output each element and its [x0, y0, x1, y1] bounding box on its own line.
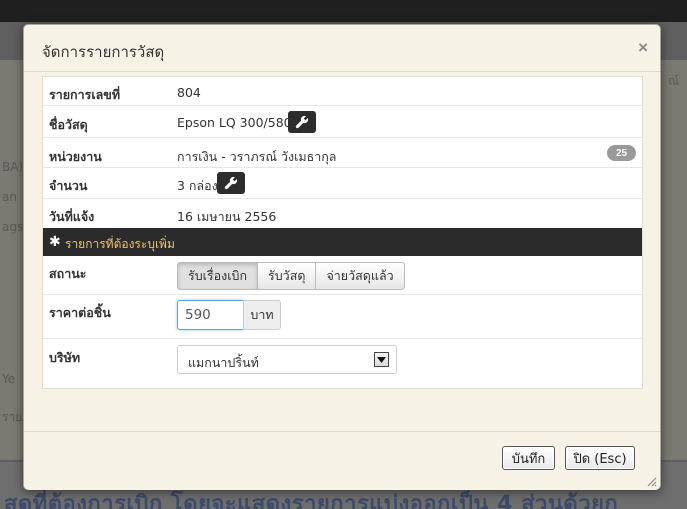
section-title: รายการที่ต้องระบุเพิ่ม	[65, 237, 175, 251]
background-topbar	[0, 0, 687, 22]
department-label: หน่วยงาน	[49, 149, 102, 164]
manage-item-dialog: จัดการรายการวัสดุ × รายการเลขที่ 804 ชื่…	[23, 24, 661, 490]
company-select[interactable]: แมกนาปริ้นท์	[177, 345, 397, 374]
status-option-request[interactable]: รับเรื่องเบิก	[177, 262, 259, 290]
quantity-label: จำนวน	[49, 178, 88, 193]
close-button[interactable]: ปิด (Esc)	[565, 446, 635, 470]
status-label: สถานะ	[49, 266, 87, 281]
resize-grip-icon[interactable]	[645, 475, 657, 487]
notify-date-row: วันที่แจ้ง 16 เมษายน 2556	[43, 199, 642, 228]
unit-price-label: ราคาต่อชิ้น	[49, 305, 111, 320]
material-name-row: ชื่อวัสดุ Epson LQ 300/580	[43, 106, 642, 138]
dialog-header: จัดการรายการวัสดุ ×	[24, 25, 660, 72]
department-row: หน่วยงาน การเงิน - วราภรณ์ วังเมธากุล 25	[43, 138, 642, 168]
background-text-fragment: Ye	[2, 372, 16, 386]
dialog-title: จัดการรายการวัสดุ	[42, 43, 165, 61]
wrench-icon	[295, 115, 309, 129]
dialog-footer: บันทึก ปิด (Esc)	[24, 431, 660, 490]
unit-price-input[interactable]	[177, 300, 244, 330]
status-option-received[interactable]: รับวัสดุ	[257, 262, 317, 290]
department-value: การเงิน - วราภรณ์ วังเมธากุล	[177, 149, 337, 164]
quantity-row: จำนวน 3 กล่อง	[43, 168, 642, 199]
background-text-fragment: an	[2, 190, 17, 204]
additional-info-section-header: ✱ รายการที่ต้องระบุเพิ่ม	[43, 228, 642, 256]
notify-date-label: วันที่แจ้ง	[49, 209, 95, 224]
asterisk-icon: ✱	[49, 233, 61, 249]
background-text-fragment: ณ์	[668, 74, 680, 88]
item-number-label: รายการเลขที่	[49, 87, 121, 102]
item-number-row: รายการเลขที่ 804	[43, 77, 642, 106]
count-badge: 25	[607, 145, 636, 161]
material-name-label: ชื่อวัสดุ	[49, 117, 88, 132]
background-text-fragment: ags	[2, 220, 24, 234]
quantity-value: 3 กล่อง	[177, 178, 218, 193]
company-row: บริษัท แมกนาปริ้นท์	[43, 339, 642, 389]
chevron-down-icon[interactable]	[374, 352, 389, 367]
save-button[interactable]: บันทึก	[502, 446, 555, 470]
company-label: บริษัท	[49, 350, 81, 365]
background-text-fragment: ราย	[2, 410, 23, 424]
edit-quantity-button[interactable]	[217, 172, 245, 194]
wrench-icon	[224, 176, 238, 190]
background-text-fragment: BA)	[2, 160, 24, 174]
notify-date-value: 16 เมษายน 2556	[177, 209, 277, 224]
dialog-body: รายการเลขที่ 804 ชื่อวัสดุ Epson LQ 300/…	[42, 76, 643, 389]
close-icon[interactable]: ×	[638, 38, 648, 58]
status-option-dispensed[interactable]: จ่ายวัสดุแล้ว	[315, 262, 405, 290]
status-button-group: รับเรื่องเบิก รับวัสดุ จ่ายวัสดุแล้ว	[177, 262, 405, 290]
currency-unit-addon: บาท	[243, 300, 281, 330]
edit-material-button[interactable]	[288, 111, 316, 133]
unit-price-row: ราคาต่อชิ้น บาท	[43, 295, 642, 339]
item-number-value: 804	[177, 85, 201, 100]
company-selected-value: แมกนาปริ้นท์	[188, 355, 259, 370]
material-name-value: Epson LQ 300/580	[177, 115, 292, 130]
status-row: สถานะ รับเรื่องเบิก รับวัสดุ จ่ายวัสดุแล…	[43, 256, 642, 295]
